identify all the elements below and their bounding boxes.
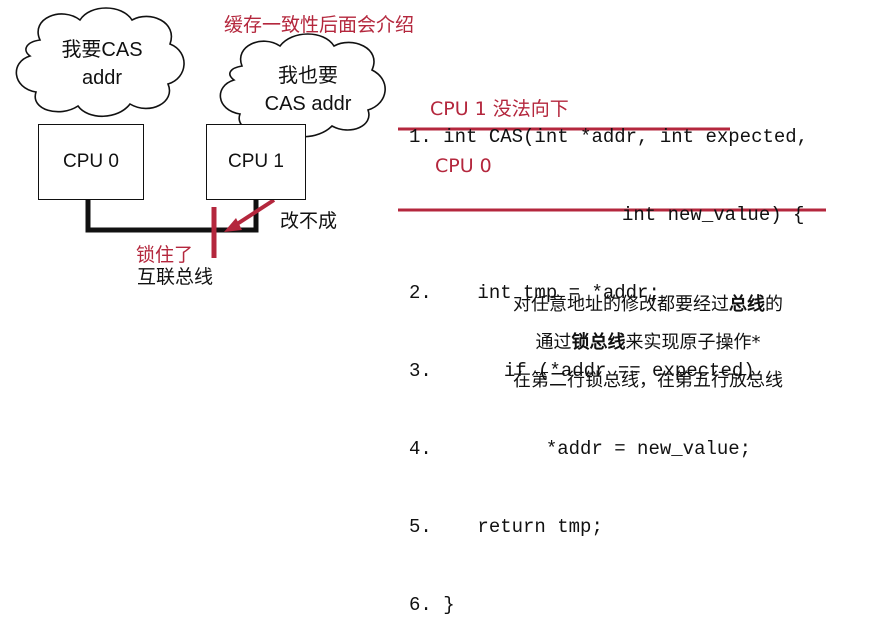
note-line-2-bold: 锁总线 — [571, 332, 626, 353]
note-line-1-pre: 对任意地址的修改都要经过 — [513, 294, 729, 315]
cloud-cpu1-text: 我也要 CAS addr — [246, 62, 370, 118]
cloud-cpu0-text: 我要CAS addr — [40, 36, 164, 92]
cloud-cpu0-line2: addr — [81, 67, 123, 89]
fail-label: 改不成 — [280, 210, 338, 232]
code-line-num: 5. — [409, 516, 432, 538]
note-line-1-post: 的 — [765, 294, 783, 315]
cloud-cpu1-line1: 我也要 — [278, 65, 338, 87]
cloud-cpu1-line2: CAS addr — [264, 93, 352, 115]
fail-arrow-head — [224, 218, 242, 232]
cpu0-box: CPU 0 — [38, 124, 144, 200]
cpu1-label: CPU 1 — [228, 151, 284, 172]
code-line-6: 6. } — [409, 592, 808, 618]
code-line-1: 1. int CAS(int *addr, int expected, — [409, 124, 808, 150]
code-line-num: 4. — [409, 438, 432, 460]
code-line-text: int CAS(int *addr, int expected, — [443, 126, 809, 148]
code-line-text: int new_value) { — [622, 204, 805, 226]
code-line-text: *addr = new_value; — [545, 438, 752, 460]
cloud-cpu0-line1: 我要CAS — [61, 39, 143, 61]
code-line-num: 6. — [409, 594, 432, 616]
note-line-2-pre: 通过 — [535, 332, 572, 353]
note-line-1-bold: 总线 — [729, 294, 765, 315]
note-line-3: 在第二行锁总线，在第五行放总线 — [513, 370, 783, 391]
cpu1-box: CPU 1 — [206, 124, 306, 200]
code-line-1b: int new_value) { — [409, 202, 808, 228]
bus-label: 互联总线 — [137, 266, 214, 288]
code-line-4: 4. *addr = new_value; — [409, 436, 808, 462]
cpu0-label: CPU 0 — [63, 151, 119, 172]
note-line-2: 通过锁总线来实现原子操作* — [428, 328, 868, 354]
cpu0-tag-annotation: CPU 0 — [435, 155, 494, 177]
code-line-text: } — [443, 594, 455, 616]
cpu1-blocked-annotation: CPU 1 没法向下 — [430, 98, 569, 120]
note-line-1: 对任意地址的修改都要经过总线的 — [428, 290, 868, 316]
code-line-num: 1. — [409, 126, 432, 148]
code-line-5: 5. return tmp; — [409, 514, 808, 540]
code-line-text: return tmp; — [477, 516, 603, 538]
note-line-2-post: 来实现原子操作* — [625, 332, 761, 353]
